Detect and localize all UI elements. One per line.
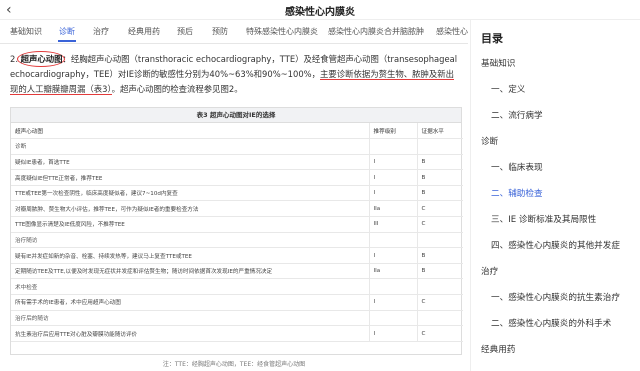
tab-ie-more[interactable]: 感染性心 xyxy=(436,26,468,37)
tab-ie-brain-abscess[interactable]: 感染性心内膜炎合并脑脓肿 xyxy=(328,26,424,37)
table-cell: IIa xyxy=(368,263,417,280)
table-cell: 疑有IE并发症如新的杂音、栓塞、持续发热等，建议马上复查TTE或TEE xyxy=(11,247,369,264)
table-cell: TTE或TEE第一次检查阴性，临床高度疑似者，建议7~10d内复查 xyxy=(11,185,369,202)
table-cell: B xyxy=(416,247,463,264)
table-cell: IIa xyxy=(368,200,417,218)
toc-section[interactable]: 诊断 xyxy=(481,135,498,147)
toc-section[interactable]: 治疗 xyxy=(481,265,498,277)
table-section-row: 术中检查 xyxy=(11,278,463,296)
table-note: 注：TTE：经胸超声心动图，TEE：经食管超声心动图 xyxy=(162,361,306,368)
table-cell: I xyxy=(368,154,417,171)
table-cell: B xyxy=(416,263,463,280)
table-cell: C xyxy=(416,200,463,218)
tab-bar: 基础知识 诊断 治疗 经典用药 预后 预防 特殊感染性心内膜炎 感染性心内膜炎合… xyxy=(0,20,468,44)
table-cell: 治疗后的随访 xyxy=(11,310,369,327)
table-cell: 诊断 xyxy=(11,138,369,155)
table-cell: 术中检查 xyxy=(11,278,369,296)
table-cell xyxy=(368,310,417,327)
toc-item[interactable]: 一、定义 xyxy=(491,83,525,95)
table-cell: I xyxy=(368,294,417,311)
tab-prognosis[interactable]: 预后 xyxy=(177,26,193,37)
table-cell: I xyxy=(368,325,417,342)
toc-item[interactable]: 四、感染性心内膜炎的其他并发症 xyxy=(491,239,620,251)
table-row: 高度疑似IE但TTE正常者，推荐TEE I B xyxy=(11,169,463,186)
para-number: 2. xyxy=(10,54,21,64)
tab-diagnosis[interactable]: 诊断 xyxy=(59,26,75,37)
table-cell: C xyxy=(416,325,463,342)
table-cell: C xyxy=(416,294,463,311)
table-row: 对瓣周脓肿、赘生物大小评估，推荐TEE，可作为疑似IE者的重要检查方法 IIa C xyxy=(11,200,463,218)
table-caption: 表3 超声心动图对IE的选择 xyxy=(11,108,461,123)
table-cell: 定期随访TEE及TTE,以便及时发现无症状并发症和评估赘生物；随访时间依据首次发… xyxy=(11,263,369,280)
table-cell xyxy=(416,310,463,327)
table-cell: III xyxy=(368,216,417,233)
table-cell: 对瓣周脓肿、赘生物大小评估，推荐TEE，可作为疑似IE者的重要检查方法 xyxy=(11,200,369,218)
toc-item[interactable]: 二、感染性心内膜炎的外科手术 xyxy=(491,317,611,329)
table-header: 超声心动图 xyxy=(11,123,369,140)
table-header-row: 超声心动图 推荐级别 证据水平 xyxy=(11,123,463,140)
table-cell: 高度疑似IE但TTE正常者，推荐TEE xyxy=(11,169,369,186)
table-cell: 治疗随访 xyxy=(11,232,369,249)
page-title: 感染性心内膜炎 xyxy=(285,7,355,18)
table-cell: TTE图像显示清楚及IE低度风险，不推荐TEE xyxy=(11,216,369,233)
table-cell xyxy=(416,278,463,296)
toc-item[interactable]: 二、辅助检查 xyxy=(491,187,543,199)
toc-section[interactable]: 基础知识 xyxy=(481,57,515,69)
toc-item[interactable]: 一、临床表现 xyxy=(491,161,543,173)
table-section-row: 治疗随访 xyxy=(11,232,463,249)
table-cell: I xyxy=(368,247,417,264)
tab-classic-drugs[interactable]: 经典用药 xyxy=(128,26,160,37)
table-section-row: 治疗后的随访 xyxy=(11,310,463,327)
toc-title: 目录 xyxy=(481,32,503,45)
tab-treatment[interactable]: 治疗 xyxy=(93,26,109,37)
table-row: 疑有IE并发症如新的杂音、栓塞、持续发热等，建议马上复查TTE或TEE I B xyxy=(11,247,463,264)
table-cell xyxy=(416,232,463,249)
table-row: TTE或TEE第一次检查阴性，临床高度疑似者，建议7~10d内复查 I B xyxy=(11,185,463,202)
table-row: 所有需手术的IE患者，术中应用超声心动图 I C xyxy=(11,294,463,311)
toc-section[interactable]: 经典用药 xyxy=(481,343,515,355)
table-row: TTE图像显示清楚及IE低度风险，不推荐TEE III C xyxy=(11,216,463,233)
toc-item[interactable]: 二、流行病学 xyxy=(491,109,543,121)
table-cell: 所有需手术的IE患者，术中应用超声心动图 xyxy=(11,294,369,311)
table-row: 抗生素治疗后应用TTE对心脏及瓣膜功能随访评价 I C xyxy=(11,325,463,342)
toc-sidebar: 目录 基础知识一、定义二、流行病学诊断一、临床表现 二、辅助检查三、IE 诊断标准… xyxy=(470,20,640,371)
table-section-row: 诊断 xyxy=(11,138,463,155)
table-cell xyxy=(368,232,417,249)
tab-prevention[interactable]: 预防 xyxy=(212,26,228,37)
para-title: 超声心动图 xyxy=(20,54,63,64)
table-row: 疑似IE患者，首选TTE I B xyxy=(11,154,463,171)
title-bar: ‹ 感染性心内膜炎 xyxy=(0,0,640,20)
article-content: 2. 超声心动图：经胸超声心动图（transthoracic echocardi… xyxy=(0,44,468,371)
toc-item[interactable]: 三、IE 诊断标准及其局限性 xyxy=(491,213,596,225)
echo-table: 表3 超声心动图对IE的选择 超声心动图 推荐级别 证据水平 诊断 疑似IE患者，… xyxy=(10,107,463,355)
active-tab-indicator xyxy=(58,40,76,42)
table-header: 推荐级别 xyxy=(368,123,417,140)
table-cell: I xyxy=(368,185,417,202)
para-suffix: 。超声心动图的检查流程参见图2。 xyxy=(111,84,243,94)
tab-basics[interactable]: 基础知识 xyxy=(10,26,42,37)
table-cell: I xyxy=(368,169,417,186)
table-cell xyxy=(368,138,417,155)
table-cell: C xyxy=(416,216,463,233)
tab-special-ie[interactable]: 特殊感染性心内膜炎 xyxy=(246,26,318,37)
table-cell: B xyxy=(416,169,463,186)
table-cell: B xyxy=(416,154,463,171)
table-cell: B xyxy=(416,185,463,202)
article-paragraph: 2. 超声心动图：经胸超声心动图（transthoracic echocardi… xyxy=(10,52,462,97)
toc-item[interactable]: 一、感染性心内膜炎的抗生素治疗 xyxy=(491,291,620,303)
table-cell: 抗生素治疗后应用TTE对心脏及瓣膜功能随访评价 xyxy=(11,325,369,342)
table-cell xyxy=(368,278,417,296)
table-cell xyxy=(416,138,463,155)
table-cell: 疑似IE患者，首选TTE xyxy=(11,154,369,171)
table-header: 证据水平 xyxy=(416,123,463,140)
table-row: 定期随访TEE及TTE,以便及时发现无症状并发症和评估赘生物；随访时间依据首次发… xyxy=(11,263,463,280)
